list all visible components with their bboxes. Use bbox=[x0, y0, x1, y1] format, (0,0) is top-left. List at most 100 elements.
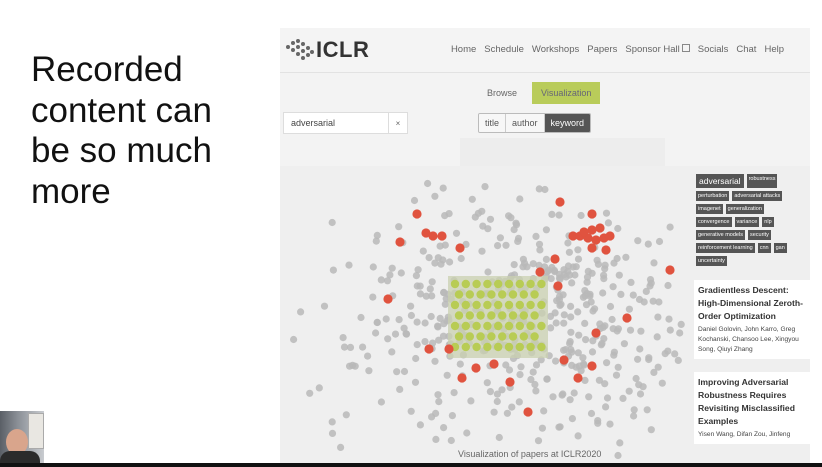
selected-paper-point[interactable] bbox=[515, 342, 524, 352]
paper-point[interactable] bbox=[555, 274, 564, 282]
paper-point[interactable] bbox=[599, 289, 607, 297]
selected-paper-point[interactable] bbox=[450, 300, 460, 310]
paper-point[interactable] bbox=[622, 253, 630, 261]
paper-point[interactable] bbox=[614, 451, 622, 460]
selected-paper-point[interactable] bbox=[487, 332, 496, 341]
paper-point[interactable] bbox=[440, 424, 448, 432]
paper-point[interactable] bbox=[666, 223, 674, 231]
paper-point[interactable] bbox=[515, 398, 523, 406]
paper-point[interactable] bbox=[520, 259, 529, 267]
selected-paper-point[interactable] bbox=[519, 290, 528, 299]
highlighted-paper-point[interactable] bbox=[457, 373, 467, 383]
paper-point[interactable] bbox=[456, 360, 464, 368]
selected-paper-point[interactable] bbox=[504, 342, 514, 352]
paper-point[interactable] bbox=[646, 276, 655, 284]
selected-paper-point[interactable] bbox=[450, 279, 460, 289]
selected-paper-point[interactable] bbox=[472, 300, 481, 310]
paper-point[interactable] bbox=[432, 409, 440, 417]
selected-paper-point[interactable] bbox=[483, 342, 492, 352]
highlighted-paper-point[interactable] bbox=[579, 227, 589, 237]
paper-point[interactable] bbox=[407, 407, 415, 415]
filter-keyword-button[interactable]: keyword bbox=[544, 114, 591, 132]
nav-chat[interactable]: Chat bbox=[736, 44, 756, 55]
paper-point[interactable] bbox=[290, 335, 298, 344]
paper-point[interactable] bbox=[604, 219, 612, 227]
paper-point[interactable] bbox=[674, 356, 682, 364]
paper-card[interactable]: Improving Adversarial Robustness Require… bbox=[694, 372, 810, 444]
selected-paper-point[interactable] bbox=[472, 279, 481, 289]
highlighted-paper-point[interactable] bbox=[428, 231, 438, 241]
paper-point[interactable] bbox=[445, 210, 453, 218]
paper-point[interactable] bbox=[658, 379, 666, 387]
selected-paper-point[interactable] bbox=[483, 279, 492, 289]
paper-point[interactable] bbox=[574, 255, 583, 263]
selected-paper-point[interactable] bbox=[476, 290, 485, 299]
paper-point[interactable] bbox=[447, 436, 455, 445]
paper-point[interactable] bbox=[636, 390, 645, 398]
selected-paper-point[interactable] bbox=[504, 279, 514, 289]
paper-point[interactable] bbox=[425, 254, 433, 262]
highlighted-paper-point[interactable] bbox=[505, 377, 515, 387]
paper-point[interactable] bbox=[629, 291, 637, 299]
highlighted-paper-point[interactable] bbox=[553, 281, 563, 291]
paper-point[interactable] bbox=[428, 278, 436, 286]
paper-point[interactable] bbox=[634, 237, 642, 245]
paper-point[interactable] bbox=[577, 211, 585, 220]
paper-point[interactable] bbox=[650, 368, 658, 376]
highlighted-paper-point[interactable] bbox=[535, 267, 545, 277]
paper-point[interactable] bbox=[383, 277, 392, 285]
paper-point[interactable] bbox=[431, 357, 439, 365]
selected-paper-point[interactable] bbox=[526, 279, 535, 289]
tab-visualization[interactable]: Visualization bbox=[532, 82, 601, 104]
highlighted-paper-point[interactable] bbox=[471, 363, 481, 373]
paper-point[interactable] bbox=[369, 263, 377, 271]
selected-paper-point[interactable] bbox=[515, 279, 524, 289]
paper-point[interactable] bbox=[620, 340, 628, 348]
selected-paper-point[interactable] bbox=[530, 311, 539, 320]
paper-point[interactable] bbox=[494, 242, 502, 250]
paper-point[interactable] bbox=[568, 279, 576, 287]
paper-point[interactable] bbox=[503, 409, 511, 417]
paper-point[interactable] bbox=[373, 318, 381, 327]
paper-point[interactable] bbox=[391, 330, 400, 338]
paper-point[interactable] bbox=[570, 389, 578, 397]
paper-point[interactable] bbox=[441, 300, 449, 308]
paper-point[interactable] bbox=[426, 285, 434, 293]
paper-point[interactable] bbox=[320, 302, 329, 310]
paper-point[interactable] bbox=[315, 384, 323, 392]
paper-point[interactable] bbox=[572, 263, 580, 271]
highlighted-paper-point[interactable] bbox=[523, 407, 533, 417]
selected-paper-point[interactable] bbox=[537, 279, 546, 289]
selected-paper-point[interactable] bbox=[454, 332, 464, 341]
paper-point[interactable] bbox=[439, 184, 447, 192]
paper-point[interactable] bbox=[625, 387, 633, 395]
paper-point[interactable] bbox=[516, 371, 524, 379]
paper-point[interactable] bbox=[600, 335, 608, 343]
paper-point[interactable] bbox=[512, 219, 520, 227]
iclr-logo[interactable]: ICLR bbox=[284, 37, 369, 63]
paper-point[interactable] bbox=[435, 398, 443, 406]
paper-point[interactable] bbox=[443, 371, 451, 379]
paper-point[interactable] bbox=[583, 278, 591, 286]
highlighted-paper-point[interactable] bbox=[587, 361, 597, 371]
paper-point[interactable] bbox=[529, 260, 537, 268]
paper-point[interactable] bbox=[613, 327, 621, 335]
paper-point[interactable] bbox=[396, 385, 404, 393]
paper-point[interactable] bbox=[606, 420, 614, 428]
selected-paper-point[interactable] bbox=[465, 311, 474, 320]
paper-point[interactable] bbox=[602, 403, 610, 411]
paper-point[interactable] bbox=[602, 209, 611, 217]
selected-paper-point[interactable] bbox=[530, 290, 539, 299]
selected-paper-point[interactable] bbox=[476, 311, 485, 320]
paper-point[interactable] bbox=[529, 368, 537, 376]
paper-point[interactable] bbox=[388, 264, 396, 272]
paper-point[interactable] bbox=[639, 383, 647, 391]
keyword-tag[interactable]: generative models bbox=[696, 230, 745, 240]
selected-paper-point[interactable] bbox=[498, 290, 507, 299]
paper-point[interactable] bbox=[471, 213, 479, 221]
paper-point[interactable] bbox=[534, 437, 543, 445]
highlighted-paper-point[interactable] bbox=[489, 359, 499, 369]
paper-point[interactable] bbox=[594, 260, 602, 268]
paper-point[interactable] bbox=[416, 282, 424, 290]
selected-paper-point[interactable] bbox=[461, 321, 470, 331]
